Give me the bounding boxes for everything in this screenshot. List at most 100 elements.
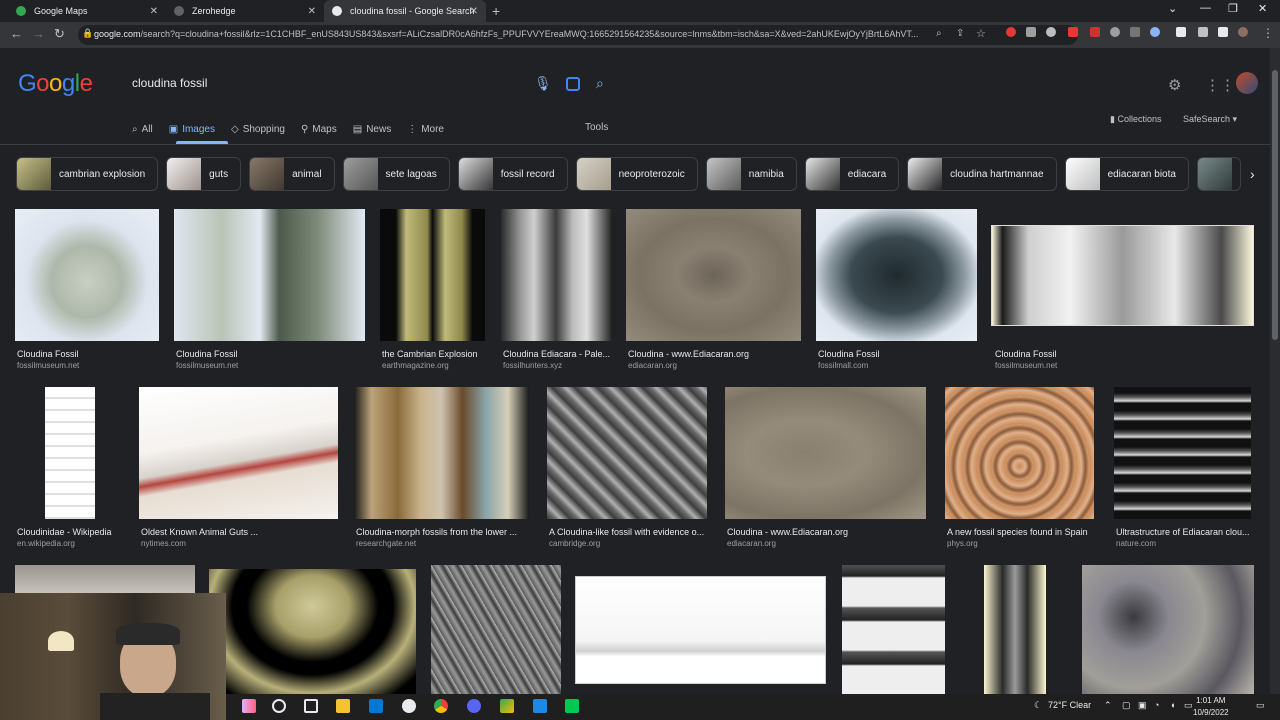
app-teal-icon[interactable] <box>565 699 579 713</box>
chip-cambrian-explosion[interactable]: cambrian explosion <box>16 157 159 191</box>
filter-images[interactable]: ▣ Images <box>169 121 215 137</box>
image-result[interactable]: Cloudina Fossil fossilmall.com <box>816 209 978 371</box>
image-result[interactable]: A new fossil species found in Spain phys… <box>945 387 1095 549</box>
forward-icon[interactable]: → <box>32 26 45 41</box>
tray-volume-icon[interactable]: ◖ <box>1170 700 1175 710</box>
image-result[interactable]: Cloudina Fossil fossilmuseum.net <box>991 209 1255 371</box>
restore-icon[interactable]: ❐ <box>1228 2 1238 15</box>
chip-ediacaran-biota[interactable]: ediacaran biota <box>1064 157 1189 191</box>
tray-wifi-icon[interactable]: ◔ <box>1154 700 1159 710</box>
back-icon[interactable]: ← <box>10 26 23 41</box>
tab-google-maps[interactable]: Google Maps ✕ <box>8 0 166 22</box>
task-view-icon[interactable] <box>304 699 318 713</box>
close-icon[interactable]: ✕ <box>150 6 158 17</box>
extension-3-icon[interactable] <box>1046 27 1056 37</box>
safesearch-button[interactable]: SafeSearch ▾ <box>1183 114 1237 125</box>
tray-keyboard-icon[interactable]: ▭ <box>1184 700 1193 711</box>
image-result[interactable]: Cloudina - www.Ediacaran.org ediacaran.o… <box>725 387 927 549</box>
image-result[interactable]: Cloudina-morph fossils from the lower ..… <box>354 387 530 549</box>
notifications-icon[interactable]: ▭ <box>1256 700 1265 711</box>
chip-sete-lagoas[interactable]: sete lagoas <box>342 157 450 191</box>
collections-button[interactable]: ▮ Collections <box>1110 114 1161 125</box>
tab-google-search[interactable]: cloudina fossil - Google Search ✕ <box>324 0 486 22</box>
app-green-icon[interactable] <box>500 699 514 713</box>
address-bar[interactable]: 🔒 google.com/search?q=cloudina+fossil&rl… <box>78 25 1078 45</box>
search-icon[interactable]: ⌕ <box>596 75 604 92</box>
chip-namibia[interactable]: namibia <box>705 157 797 191</box>
apps-grid-icon[interactable]: ⋮⋮ <box>1205 76 1235 94</box>
image-result[interactable] <box>984 565 1046 694</box>
clock[interactable]: 1:01 AM 10/9/2022 <box>1193 695 1229 719</box>
extension-4-icon[interactable] <box>1068 27 1078 37</box>
close-icon[interactable]: ✕ <box>470 6 478 17</box>
camera-lens-icon[interactable] <box>566 77 580 91</box>
image-result[interactable] <box>575 576 826 684</box>
minimize-icon[interactable]: — <box>1200 2 1211 14</box>
image-result[interactable] <box>431 565 561 694</box>
chip-partial[interactable] <box>1196 157 1241 191</box>
tray-app-icon[interactable]: ▢ <box>1122 700 1131 711</box>
tab-zerohedge[interactable]: Zerohedge ✕ <box>166 0 324 22</box>
profile-avatar-icon[interactable] <box>1238 27 1248 37</box>
app-blue-icon[interactable] <box>533 699 547 713</box>
bookmark-star-icon[interactable]: ☆ <box>976 27 986 40</box>
image-result[interactable]: Oldest Known Animal Guts ... nytimes.com <box>139 387 339 549</box>
extension-2-icon[interactable] <box>1026 27 1036 37</box>
tray-chevron-up-icon[interactable]: ⌃ <box>1104 700 1112 711</box>
side-panel-icon[interactable] <box>1218 27 1228 37</box>
share-icon[interactable]: ⇪ <box>956 28 964 39</box>
image-result[interactable]: Cloudina - www.Ediacaran.org ediacaran.o… <box>626 209 802 371</box>
chip-fossil-record[interactable]: fossil record <box>457 157 568 191</box>
new-tab-icon[interactable]: + <box>492 3 500 19</box>
extension-8-icon[interactable] <box>1150 27 1160 37</box>
chip-animal[interactable]: animal <box>249 157 335 191</box>
reload-icon[interactable]: ↻ <box>54 26 65 42</box>
start-icon[interactable] <box>242 699 256 713</box>
chevron-right-icon[interactable]: › <box>1250 166 1255 182</box>
chip-cloudina-hartmannae[interactable]: cloudina hartmannae <box>907 157 1057 191</box>
page-scrollbar[interactable] <box>1270 48 1280 720</box>
chip-neoproterozoic[interactable]: neoproterozoic <box>575 157 698 191</box>
chrome-icon[interactable] <box>434 699 448 713</box>
file-explorer-icon[interactable] <box>336 699 350 713</box>
discord-icon[interactable] <box>467 699 481 713</box>
tools-button[interactable]: Tools <box>585 122 608 133</box>
tab-search-icon[interactable]: ⌄ <box>1168 2 1177 15</box>
extensions-puzzle-icon[interactable] <box>1176 27 1186 37</box>
settings-gear-icon[interactable]: ⚙ <box>1168 76 1181 94</box>
extension-7-icon[interactable] <box>1130 27 1140 37</box>
google-logo[interactable]: Google <box>18 70 93 98</box>
weather-text[interactable]: 72°F Clear <box>1048 700 1091 710</box>
chip-ediacara[interactable]: ediacara <box>804 157 900 191</box>
weather-moon-icon[interactable]: ☾ <box>1034 700 1042 711</box>
extension-5-icon[interactable] <box>1090 27 1100 37</box>
zoom-icon[interactable]: ⌕ <box>936 28 942 39</box>
close-window-icon[interactable]: ✕ <box>1258 2 1267 15</box>
reading-list-icon[interactable] <box>1198 27 1208 37</box>
microphone-icon[interactable]: 🎙 <box>534 75 552 92</box>
search-box[interactable]: cloudina fossil 🎙 ⌕ <box>120 68 620 98</box>
image-result[interactable]: Cloudina Ediacara - Pale... fossilhunter… <box>501 209 612 371</box>
mail-icon[interactable] <box>369 699 383 713</box>
image-result[interactable] <box>842 565 945 694</box>
filter-shopping[interactable]: ◇ Shopping <box>231 121 285 137</box>
browser-menu-icon[interactable]: ⋮ <box>1262 26 1274 40</box>
lock-icon[interactable]: 🔒 <box>82 28 93 39</box>
image-result[interactable]: Cloudinidae - Wikipedia en.wikipedia.org <box>15 387 125 549</box>
filter-maps[interactable]: ⚲ Maps <box>301 121 337 137</box>
image-result[interactable] <box>209 569 417 694</box>
filter-all[interactable]: ⌕ All <box>132 121 153 137</box>
search-input[interactable]: cloudina fossil <box>132 76 207 90</box>
filter-news[interactable]: ▤ News <box>353 121 391 137</box>
image-result[interactable]: Cloudina Fossil fossilmuseum.net <box>15 209 160 371</box>
search-circle-icon[interactable] <box>272 699 286 713</box>
scrollbar-thumb[interactable] <box>1272 70 1278 340</box>
image-result[interactable] <box>15 565 195 595</box>
extension-6-icon[interactable] <box>1110 27 1120 37</box>
app-icon[interactable] <box>402 699 416 713</box>
chip-guts[interactable]: guts <box>166 157 242 191</box>
account-avatar[interactable] <box>1236 72 1258 94</box>
close-icon[interactable]: ✕ <box>308 6 316 17</box>
extension-1-icon[interactable] <box>1006 27 1016 37</box>
image-result[interactable] <box>1082 565 1254 694</box>
